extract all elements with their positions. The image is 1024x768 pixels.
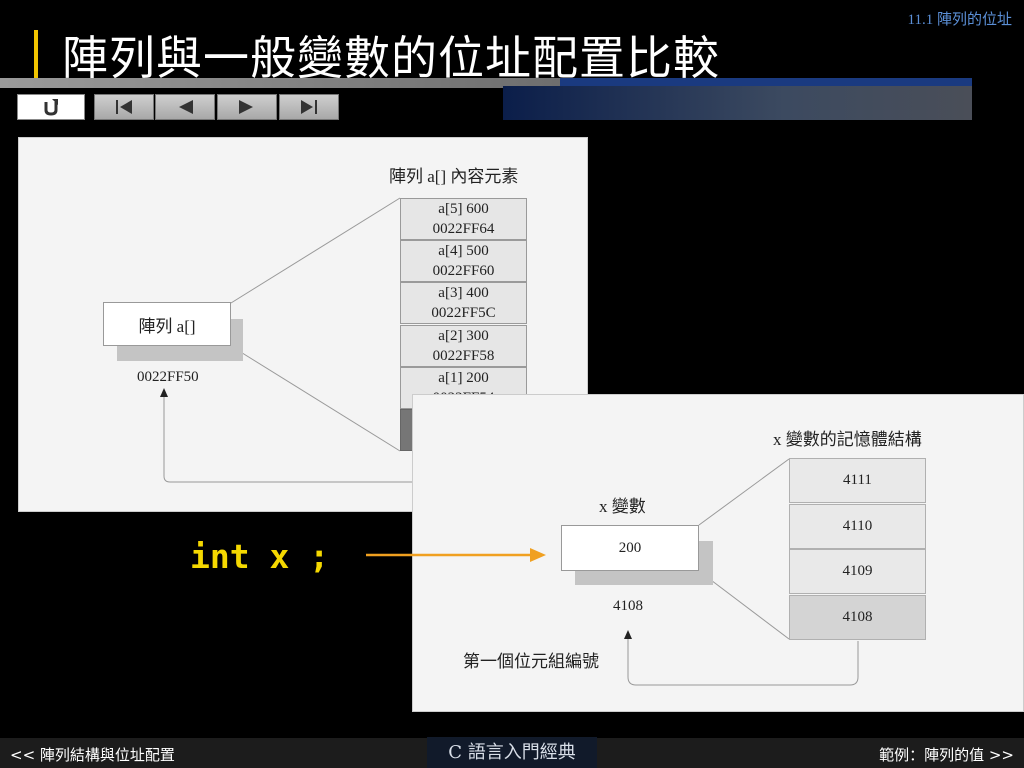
first-slide-button[interactable] bbox=[94, 94, 154, 120]
book-title: C 語言入門經典 bbox=[427, 737, 597, 768]
array-cell-element: a[4] 500 bbox=[438, 243, 489, 260]
next-topic-link[interactable]: 範例：陣列的值 >> bbox=[879, 744, 1014, 765]
array-cell-element: a[5] 600 bbox=[438, 201, 489, 217]
array-cell: a[2] 300 0022FF58 bbox=[400, 324, 527, 367]
x-variable-label: x 變數 bbox=[599, 497, 646, 516]
x-memory-cell: 4110 bbox=[789, 503, 926, 549]
x-memory-cell: 4111 bbox=[789, 458, 926, 503]
previous-icon bbox=[179, 100, 193, 114]
return-button[interactable] bbox=[17, 94, 85, 120]
array-cell-element: a[1] 200 bbox=[438, 369, 489, 386]
array-cell-element: a[2] 300 bbox=[438, 327, 489, 344]
x-memory-cell: 4108 bbox=[789, 594, 926, 640]
return-icon bbox=[44, 99, 58, 116]
x-memory-cell: 4109 bbox=[789, 549, 926, 594]
x-variable-box: 200 bbox=[561, 525, 699, 571]
array-cell-address: 0022FF5C bbox=[431, 305, 496, 322]
array-cell-address: 0022FF64 bbox=[432, 221, 495, 237]
next-slide-button[interactable] bbox=[217, 94, 277, 120]
array-cell: a[4] 500 0022FF60 bbox=[400, 240, 527, 283]
first-page-icon bbox=[116, 100, 132, 114]
x-start-address: 4108 bbox=[613, 598, 643, 614]
previous-slide-button[interactable] bbox=[155, 94, 215, 120]
title-underline-blue bbox=[560, 78, 972, 86]
array-cell-address: 0022FF58 bbox=[432, 347, 495, 364]
code-pointer-arrow bbox=[366, 548, 546, 562]
section-reference: 11.1 陣列的位址 bbox=[907, 12, 1012, 28]
array-cell-address: 0022FF60 bbox=[432, 263, 495, 280]
title-underline-grey bbox=[0, 78, 560, 88]
next-icon bbox=[239, 100, 253, 114]
x-memory-heading: x 變數的記憶體結構 bbox=[773, 430, 922, 449]
previous-topic-link[interactable]: << 陣列結構與位址配置 bbox=[10, 744, 175, 765]
last-page-icon bbox=[301, 100, 317, 114]
first-byte-label: 第一個位元組編號 bbox=[463, 652, 599, 671]
array-start-address: 0022FF50 bbox=[137, 369, 199, 385]
array-contents-heading: 陣列 a[] 內容元素 bbox=[389, 167, 519, 186]
array-cell: a[3] 400 0022FF5C bbox=[400, 282, 527, 325]
array-cell: a[5] 600 0022FF64 bbox=[400, 198, 527, 240]
last-slide-button[interactable] bbox=[279, 94, 339, 120]
code-snippet: int x ; bbox=[190, 537, 330, 576]
array-variable-box: 陣列 a[] bbox=[103, 302, 231, 346]
title-accent-bar bbox=[34, 30, 38, 78]
header-gradient-band bbox=[503, 86, 972, 120]
array-cell-element: a[3] 400 bbox=[438, 285, 489, 302]
